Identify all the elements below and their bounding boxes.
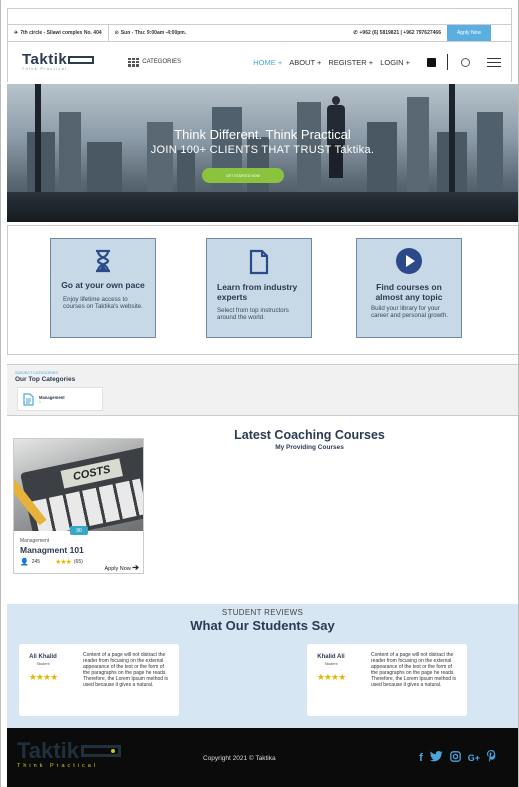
address-text: 7th circle - Silawi complex No. 404 — [20, 30, 102, 36]
nav-item-home[interactable]: HOME + — [253, 58, 282, 67]
nav-item-login[interactable]: LOGIN + — [380, 58, 410, 67]
instagram-icon[interactable] — [449, 750, 461, 765]
category-card[interactable]: Management 1 — [17, 387, 103, 411]
main-navbar: Taktik Think Practical CATEGORIES HOME +… — [7, 42, 512, 82]
twitter-icon[interactable] — [429, 750, 443, 765]
review-text: Content of a page will not distract the … — [83, 652, 169, 689]
user-icon: 👤 — [20, 559, 29, 566]
review-card: Khalid Ali Student ★★★★ Content of a pag… — [307, 644, 467, 716]
reviews-title: What Our Students Say — [190, 618, 335, 633]
hero-tagline: Think Different. Think Practical — [174, 127, 351, 142]
hamburger-menu-icon[interactable] — [487, 57, 501, 67]
get-started-button[interactable]: GET STARTED NOW — [202, 168, 284, 183]
page: ✈ 7th circle - Silawi complex No. 404 ⊙ … — [0, 0, 519, 787]
footer-logo-text: Taktik — [17, 738, 79, 763]
reviewer-role: Student — [36, 662, 50, 666]
price-badge: 90 — [70, 526, 88, 535]
feature-title: Find courses on almost any topic — [375, 282, 443, 302]
hourglass-icon — [51, 249, 155, 278]
categories-button[interactable]: CATEGORIES — [128, 57, 182, 67]
hours-item: ⊙ Sun - Thu: 9:00am -4:00pm. — [107, 25, 193, 41]
file-icon — [23, 392, 34, 406]
review-stars: ★★★★ — [316, 672, 346, 682]
feature-desc: Build your library for your career and p… — [371, 304, 449, 319]
footer-logo[interactable]: Taktik Think Practical — [17, 740, 121, 770]
apply-now-button[interactable]: Apply Now — [447, 25, 491, 41]
rating-count: (65) — [73, 559, 83, 565]
pinterest-icon[interactable] — [487, 750, 496, 765]
categories-title: Our Top Categories — [15, 376, 76, 383]
document-icon — [207, 249, 311, 280]
feature-card: Go at your own pace Enjoy lifetime acces… — [50, 238, 156, 338]
footer: Taktik Think Practical Copyright 2021 © … — [7, 728, 518, 787]
address-item: ✈ 7th circle - Silawi complex No. 404 — [8, 25, 108, 41]
reviews-section: STUDENT REVIEWS What Our Students Say Al… — [7, 604, 518, 728]
nav-item-register[interactable]: REGISTER + — [328, 58, 373, 67]
pin-icon: ✈ — [14, 30, 19, 36]
categories-label: CATEGORIES — [142, 59, 182, 65]
feature-title: Go at your own pace — [61, 280, 145, 290]
play-icon — [357, 247, 461, 280]
course-name: Managment 101 — [20, 545, 84, 555]
course-category: Management — [20, 538, 50, 544]
copyright-text: Copyright 2021 © Taktika — [203, 755, 276, 762]
facebook-icon[interactable]: f — [419, 752, 423, 764]
nav-divider — [447, 54, 448, 70]
course-apply-label: Apply Now — [104, 566, 131, 572]
logo-tagline: Think Practical — [22, 67, 68, 72]
courses-title: Latest Coaching Courses — [234, 428, 385, 442]
student-count: 245 — [31, 559, 41, 565]
top-categories-section: SUBJECT CATEGORIES Our Top Categories Ma… — [7, 364, 518, 416]
reviewer-name: Ali Khalid — [29, 654, 57, 660]
nav-item-about[interactable]: ABOUT + — [289, 58, 321, 67]
hero-banner: Think Different. Think Practical JOIN 10… — [7, 84, 518, 222]
phone-text: +962 (6) 5819821 | +962 797627466 — [359, 30, 441, 36]
course-image: COSTS — [14, 439, 143, 531]
review-stars: ★★★★ — [28, 672, 58, 682]
feature-desc: Select from top instructors around the w… — [217, 306, 289, 321]
reviewer-name: Khalid Ali — [317, 654, 345, 660]
footer-logo-tagline: Think Practical — [17, 763, 99, 769]
course-card[interactable]: COSTS 90 Management Managment 101 👤 245 … — [13, 438, 144, 574]
social-links: f G+ — [419, 750, 496, 765]
clock-icon: ⊙ — [114, 30, 119, 36]
cart-bag-icon[interactable] — [427, 57, 436, 67]
grid-icon — [128, 57, 140, 67]
feature-desc: Enjoy lifetime access to courses on Takt… — [63, 295, 143, 311]
hero-headline: JOIN 100+ CLIENTS THAT TRUST Taktika. — [150, 144, 375, 156]
course-meta: 👤 245 ★★★ (65) — [20, 558, 83, 566]
courses-subtitle: My Providing Courses — [275, 444, 344, 451]
course-apply-link[interactable]: Apply Now ➔ — [104, 563, 139, 572]
logo-box-icon — [80, 745, 121, 757]
search-icon[interactable] — [461, 57, 470, 67]
top-strip — [7, 8, 512, 24]
courses-heading: Latest Coaching Courses My Providing Cou… — [101, 428, 518, 451]
review-text: Content of a page will not distract the … — [371, 652, 457, 689]
features-section: Go at your own pace Enjoy lifetime acces… — [7, 225, 518, 355]
feature-title: Learn from industry experts — [217, 282, 298, 302]
logo[interactable]: Taktik Think Practical — [22, 51, 95, 72]
main-menu: HOME + ABOUT + REGISTER + LOGIN + — [253, 54, 511, 70]
logo-text: Taktik — [22, 51, 68, 69]
feature-card: Find courses on almost any topic Build y… — [356, 238, 462, 338]
category-name: Management — [39, 394, 65, 400]
hours-text: Sun - Thu: 9:00am -4:00pm. — [120, 30, 187, 36]
categories-subtitle: SUBJECT CATEGORIES — [15, 371, 58, 375]
review-card: Ali Khalid Student ★★★★ Content of a pag… — [19, 644, 179, 716]
phone-icon: ✆ — [353, 30, 358, 36]
rating-stars: ★★★ — [55, 559, 72, 566]
google-plus-icon[interactable]: G+ — [468, 753, 480, 763]
logo-box-icon — [68, 55, 95, 64]
arrow-right-icon: ➔ — [132, 563, 139, 572]
phone-item[interactable]: ✆ +962 (6) 5819821 | +962 797627466 — [347, 25, 447, 41]
category-count: 1 — [39, 399, 41, 404]
reviews-kicker: STUDENT REVIEWS — [221, 608, 304, 617]
feature-card: Learn from industry experts Select from … — [206, 238, 312, 338]
info-bar: ✈ 7th circle - Silawi complex No. 404 ⊙ … — [7, 24, 512, 42]
reviewer-role: Student — [324, 662, 338, 666]
